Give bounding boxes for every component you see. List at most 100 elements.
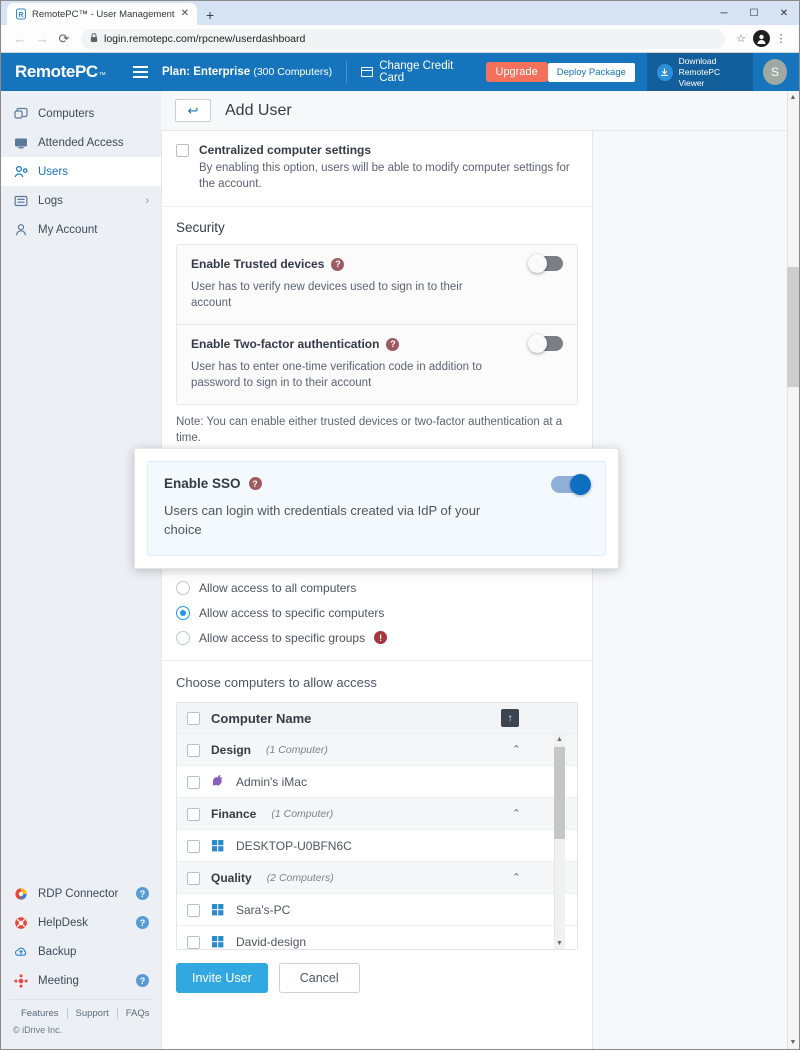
row-checkbox[interactable] (187, 743, 200, 757)
row-checkbox[interactable] (187, 839, 200, 853)
minimize-button[interactable]: ─ (709, 1, 739, 25)
group-count: (1 Computer) (271, 807, 334, 820)
sidebar-item-my-account[interactable]: My Account (1, 215, 161, 244)
group-count: (2 Computers) (266, 871, 334, 884)
footer-link-faqs[interactable]: FAQs (116, 1008, 158, 1019)
two-factor-title: Enable Two-factor authentication (191, 337, 380, 351)
main-content: ↩ Add User Centralized computer settings… (161, 91, 799, 1049)
page-scrollbar-track[interactable] (787, 91, 799, 1049)
change-credit-card-button[interactable]: Change Credit Card (361, 60, 473, 84)
row-checkbox[interactable] (187, 903, 200, 917)
page-scroll-up-arrow[interactable]: ▲ (787, 91, 799, 104)
permission-option-specific-computers[interactable]: Allow access to specific computers (176, 600, 578, 625)
permission-option-specific-groups[interactable]: Allow access to specific groups ! (176, 625, 578, 650)
table-scrollbar-thumb[interactable] (554, 747, 565, 839)
app-logo[interactable]: RemotePC ™ (1, 62, 124, 82)
chevron-up-icon[interactable]: ⌃ (512, 807, 521, 820)
sidebar-nav: Computers Attended Access Users Logs › M… (1, 91, 161, 244)
address-bar[interactable]: login.remotepc.com/rpcnew/userdashboard (81, 28, 725, 49)
footer-link-support[interactable]: Support (66, 1008, 117, 1019)
windows-icon (211, 935, 225, 948)
centralized-settings-checkbox[interactable] (176, 144, 189, 157)
help-icon[interactable]: ? (386, 337, 400, 351)
sso-toggle[interactable] (551, 474, 591, 495)
info-icon[interactable]: ! (374, 631, 388, 644)
deploy-package-button[interactable]: Deploy Package (547, 62, 635, 82)
toggle-knob (528, 254, 547, 273)
bookmark-star-icon[interactable]: ☆ (731, 28, 751, 50)
help-icon[interactable]: ? (136, 916, 149, 929)
permission-option-all-computers[interactable]: Allow access to all computers (176, 575, 578, 600)
sso-highlight-overlay: Enable SSO ? Users can login with creden… (134, 448, 619, 569)
footer-link-features[interactable]: Features (21, 1008, 67, 1019)
browser-tab[interactable]: R RemotePC™ - User Management ✕ (7, 3, 197, 25)
help-icon[interactable]: ? (136, 887, 149, 900)
help-icon[interactable]: ? (331, 257, 345, 271)
row-checkbox[interactable] (187, 935, 200, 949)
back-icon[interactable]: ← (9, 28, 31, 50)
new-tab-button[interactable]: + (206, 8, 214, 22)
chevron-up-icon[interactable]: ⌃ (512, 871, 521, 884)
browser-tabstrip: R RemotePC™ - User Management ✕ + ─ ☐ ✕ (1, 1, 799, 25)
download-viewer-button[interactable]: Download RemotePC Viewer (646, 53, 753, 91)
forward-icon[interactable]: → (31, 28, 53, 50)
page-bar: ↩ Add User (161, 91, 799, 131)
row-checkbox[interactable] (187, 807, 200, 821)
chrome-menu-icon[interactable]: ⋮ (771, 28, 791, 50)
group-name: Finance (211, 806, 257, 821)
row-checkbox[interactable] (187, 871, 200, 885)
sidebar-item-rdp-connector[interactable]: RDP Connector ? (1, 879, 161, 908)
user-avatar[interactable]: S (762, 59, 788, 85)
two-factor-header: Enable Two-factor authentication ? (191, 337, 563, 351)
sidebar-item-backup[interactable]: Backup (1, 937, 161, 966)
sso-title: Enable SSO (164, 476, 241, 491)
row-checkbox[interactable] (187, 775, 200, 789)
table-scroll-up-arrow[interactable]: ▲ (554, 733, 565, 745)
select-all-checkbox[interactable] (187, 712, 200, 725)
table-row[interactable]: David-design (177, 925, 577, 949)
cancel-button[interactable]: Cancel (278, 963, 360, 993)
upgrade-button[interactable]: Upgrade (485, 62, 548, 82)
table-row[interactable]: Finance (1 Computer) ⌃ (177, 797, 577, 829)
sidebar-item-label: Backup (38, 945, 77, 958)
chevron-up-icon[interactable]: ⌃ (512, 743, 521, 756)
two-factor-toggle[interactable] (528, 334, 563, 353)
page-scroll-down-arrow[interactable]: ▼ (787, 1036, 799, 1049)
tab-close-icon[interactable]: ✕ (180, 9, 190, 19)
trusted-devices-toggle[interactable] (528, 254, 563, 273)
maximize-button[interactable]: ☐ (739, 1, 769, 25)
table-row[interactable]: DESKTOP-U0BFN6C (177, 829, 577, 861)
back-button[interactable]: ↩ (175, 99, 211, 122)
sidebar-item-logs[interactable]: Logs › (1, 186, 161, 215)
radio-button[interactable] (176, 630, 190, 645)
choose-computers-section: Choose computers to allow access Compute… (162, 660, 592, 950)
permission-label: Allow access to specific computers (199, 605, 385, 620)
sso-description: Users can login with credentials created… (164, 503, 481, 537)
table-row[interactable]: Admin's iMac (177, 765, 577, 797)
copyright-text: © iDrive Inc. (13, 1025, 63, 1035)
close-window-button[interactable]: ✕ (769, 1, 799, 25)
profile-avatar-icon[interactable] (751, 28, 771, 50)
table-row[interactable]: Sara's-PC (177, 893, 577, 925)
trusted-devices-description: User has to verify new devices used to s… (191, 281, 463, 309)
help-icon[interactable]: ? (248, 477, 262, 490)
table-row[interactable]: Quality (2 Computers) ⌃ (177, 861, 577, 893)
sidebar-item-attended-access[interactable]: Attended Access (1, 128, 161, 157)
table-row[interactable]: Design (1 Computer) ⌃ (177, 733, 577, 765)
expand-collapse-icon[interactable]: ↑ (501, 709, 519, 727)
computer-name: David-design (236, 934, 307, 949)
reload-icon[interactable]: ⟳ (53, 28, 75, 50)
radio-button[interactable] (176, 580, 190, 595)
help-icon[interactable]: ? (136, 974, 149, 987)
helpdesk-icon (13, 916, 28, 930)
table-scroll-down-arrow[interactable]: ▼ (554, 937, 565, 949)
radio-button[interactable] (176, 605, 190, 620)
display-icon (13, 136, 28, 150)
invite-user-button[interactable]: Invite User (176, 963, 268, 993)
sidebar-item-meeting[interactable]: Meeting ? (1, 966, 161, 995)
hamburger-menu-icon[interactable] (124, 66, 156, 78)
sidebar-item-computers[interactable]: Computers (1, 99, 161, 128)
page-scrollbar-thumb[interactable] (787, 267, 799, 387)
sidebar-item-users[interactable]: Users (1, 157, 161, 186)
sidebar-item-helpdesk[interactable]: HelpDesk ? (1, 908, 161, 937)
